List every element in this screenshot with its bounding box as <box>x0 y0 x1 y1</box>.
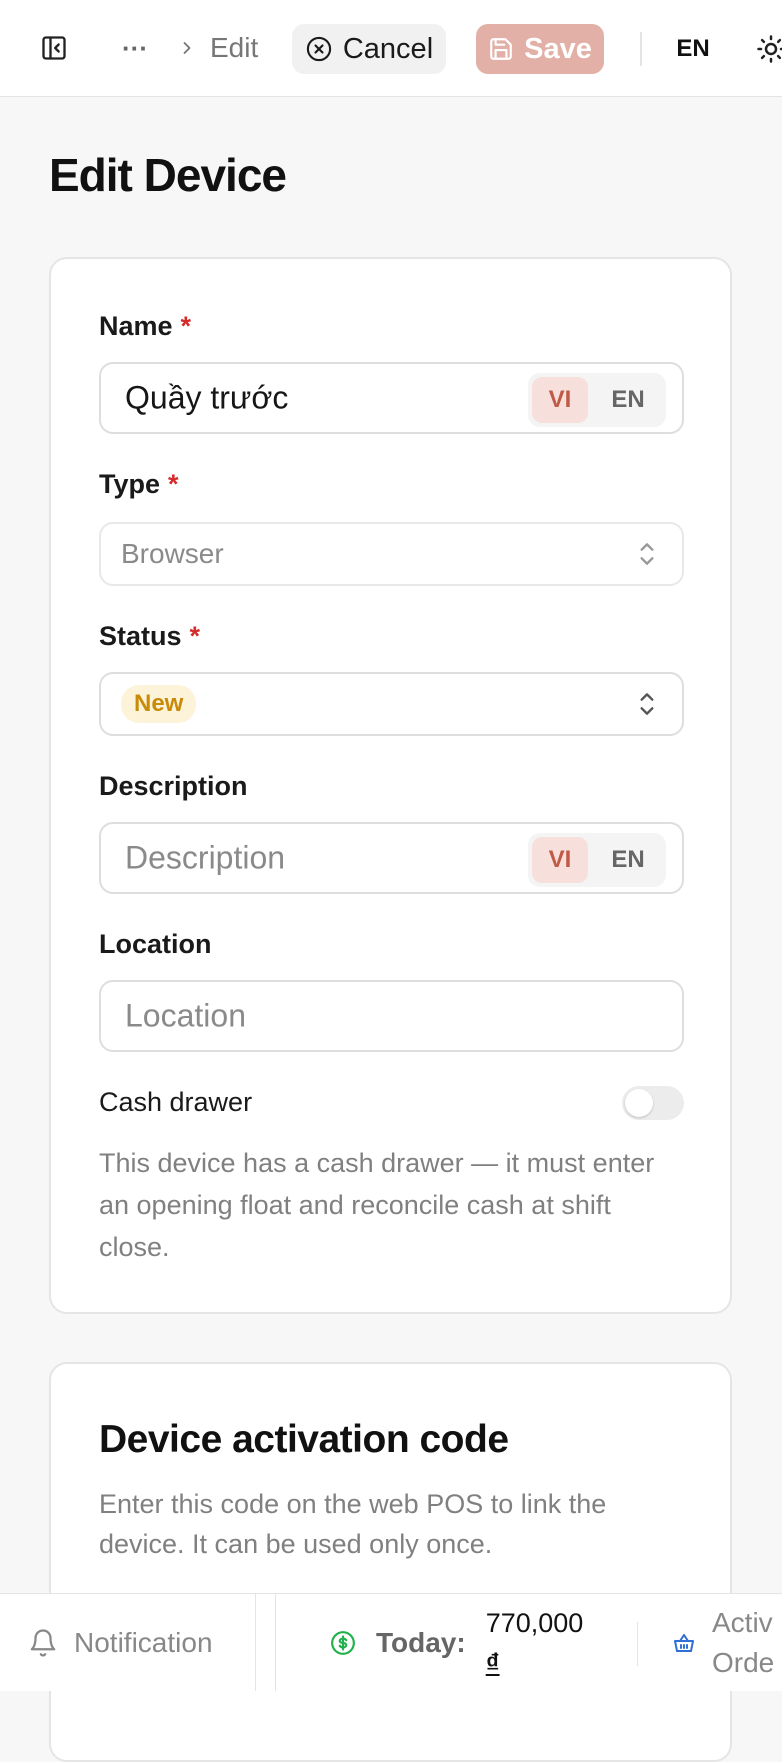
description-language-toggle: VI EN <box>528 833 666 887</box>
cancel-button[interactable]: Cancel <box>292 24 446 74</box>
bottom-status-bar: Notification Today: 770,000 ₫ Activ Orde <box>0 1593 782 1691</box>
top-bar: ··· Edit Cancel Save EN <box>0 0 782 97</box>
today-amount: 770,000 ₫ <box>486 1603 584 1683</box>
required-mark: * <box>180 311 192 341</box>
notification-button[interactable]: Notification <box>28 1620 213 1666</box>
activation-code-card: Device activation code Enter this code o… <box>49 1362 732 1762</box>
description-field[interactable]: Description VI EN <box>99 822 684 894</box>
description-lang-vi-button[interactable]: VI <box>532 837 588 883</box>
chevrons-up-down-icon <box>634 539 660 569</box>
name-field[interactable]: Quầy trước VI EN <box>99 362 684 434</box>
description-input[interactable]: Description <box>125 840 285 877</box>
status-label: Status * <box>99 621 200 652</box>
location-field[interactable]: Location <box>99 980 684 1052</box>
page-title: Edit Device <box>49 149 287 201</box>
cash-drawer-toggle[interactable] <box>622 1086 684 1120</box>
bell-icon <box>28 1628 58 1658</box>
name-label: Name * <box>99 311 191 342</box>
status-label-text: Status <box>99 621 182 651</box>
bottom-divider <box>637 1622 638 1666</box>
sidebar-toggle-button[interactable] <box>36 30 72 66</box>
ellipsis-icon: ··· <box>122 32 148 63</box>
today-currency: ₫ <box>485 1648 500 1678</box>
save-icon <box>488 36 514 62</box>
theme-toggle-button[interactable] <box>756 32 782 66</box>
breadcrumb-current-label: Edit <box>210 32 259 63</box>
cash-drawer-label: Cash drawer <box>99 1087 252 1118</box>
description-label: Description <box>99 771 248 802</box>
name-label-text: Name <box>99 311 173 341</box>
active-orders-line2: Orde <box>712 1647 775 1678</box>
active-orders-label: Activ Orde <box>712 1603 774 1683</box>
x-circle-icon <box>305 35 333 63</box>
location-input[interactable]: Location <box>125 998 246 1035</box>
cancel-button-label: Cancel <box>342 32 434 65</box>
today-revenue: Today: 770,000 ₫ <box>330 1608 583 1678</box>
type-label-text: Type <box>99 469 161 499</box>
active-orders-line1: Activ <box>712 1607 773 1638</box>
name-lang-en-button[interactable]: EN <box>600 377 656 423</box>
toolbar-divider <box>640 32 642 66</box>
required-mark: * <box>189 621 201 651</box>
status-badge: New <box>121 685 197 723</box>
sun-icon <box>756 34 782 64</box>
location-label-text: Location <box>99 929 212 959</box>
type-select[interactable]: Browser <box>99 522 684 586</box>
activation-title: Device activation code <box>99 1418 509 1461</box>
breadcrumb-separator <box>176 32 198 64</box>
save-button[interactable]: Save <box>476 24 604 74</box>
chevron-right-icon <box>177 38 197 58</box>
activation-description: Enter this code on the web POS to link t… <box>99 1489 607 1559</box>
breadcrumb-more-button[interactable]: ··· <box>118 30 152 66</box>
location-label: Location <box>99 929 212 960</box>
dollar-circle-icon <box>330 1630 356 1656</box>
bottom-divider <box>255 1594 256 1691</box>
status-select[interactable]: New <box>99 672 684 736</box>
language-label: EN <box>676 35 710 62</box>
chevrons-up-down-icon <box>634 689 660 719</box>
type-label: Type * <box>99 469 179 500</box>
description-label-text: Description <box>99 771 248 801</box>
device-form-card: Name * Quầy trước VI EN Type * Browser Sta… <box>49 257 732 1314</box>
panel-left-icon <box>40 34 68 62</box>
cash-drawer-help: This device has a cash drawer — it must … <box>99 1148 655 1262</box>
save-button-label: Save <box>524 32 592 65</box>
basket-icon <box>672 1631 696 1655</box>
description-lang-en-button[interactable]: EN <box>600 837 656 883</box>
active-orders-button[interactable]: Activ Orde <box>672 1607 774 1678</box>
type-select-value: Browser <box>121 538 224 569</box>
today-value: 770,000 <box>485 1608 584 1638</box>
required-mark: * <box>168 469 179 499</box>
name-input-value[interactable]: Quầy trước <box>125 380 288 417</box>
breadcrumb-current: Edit <box>210 28 258 68</box>
name-language-toggle: VI EN <box>528 373 666 427</box>
language-switch[interactable]: EN <box>664 26 722 72</box>
bottom-divider <box>275 1594 276 1691</box>
toggle-knob <box>625 1089 653 1117</box>
notification-label: Notification <box>74 1627 213 1658</box>
name-lang-vi-button[interactable]: VI <box>532 377 588 423</box>
today-label: Today: <box>376 1627 466 1658</box>
cash-drawer-label-text: Cash drawer <box>99 1087 253 1117</box>
